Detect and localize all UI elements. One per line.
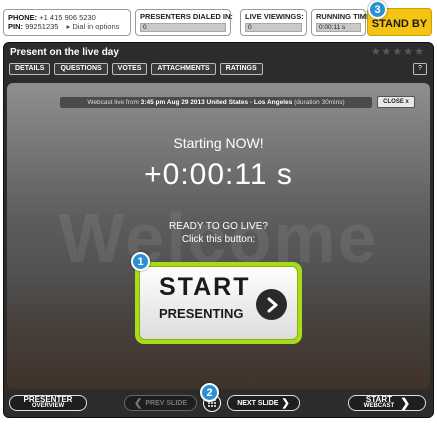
panel-tabs: DETAILS QUESTIONS VOTES ATTACHMENTS RATI… bbox=[9, 63, 263, 75]
starting-now-text: Starting NOW! bbox=[173, 135, 264, 151]
start-webcast-button[interactable]: START WEBCAST ❯ bbox=[348, 395, 426, 411]
webcast-info-bar: Webcast live from 3:45 pm Aug 29 2013 Un… bbox=[60, 97, 372, 108]
info-datetime: 3:45 pm Aug 29 2013 United States - Los … bbox=[140, 99, 293, 106]
tab-ratings[interactable]: RATINGS bbox=[219, 63, 263, 75]
start-webcast-text: START WEBCAST bbox=[364, 396, 394, 410]
phone-label: PHONE: bbox=[8, 13, 38, 22]
running-time-value: 0:00:11 s bbox=[316, 23, 361, 32]
next-slide-button[interactable]: NEXT SLIDE ❯ bbox=[227, 395, 300, 411]
phone-number: +1 415 906 5230 bbox=[39, 13, 96, 22]
chevron-right-icon: ❯ bbox=[281, 397, 290, 409]
ready-line-1: READY TO GO LIVE? bbox=[169, 221, 268, 232]
step-badge-3: 3 bbox=[368, 0, 387, 19]
step-badge-2: 2 bbox=[200, 383, 219, 402]
live-viewings-label: LIVE VIEWINGS: bbox=[245, 12, 304, 21]
tab-details[interactable]: DETAILS bbox=[9, 63, 51, 75]
tab-questions[interactable]: QUESTIONS bbox=[54, 63, 108, 75]
info-prefix: Webcast live from bbox=[87, 99, 141, 106]
ready-prompt: READY TO GO LIVE? Click this button: bbox=[7, 220, 430, 246]
countdown-timer: +0:00:11 s bbox=[144, 158, 293, 191]
running-time-label: RUNNING TIME: bbox=[316, 12, 374, 21]
live-viewings-value: 0 bbox=[245, 23, 302, 32]
dial-in-options-link[interactable]: ▸ Dial in options bbox=[66, 22, 119, 31]
running-time-box: RUNNING TIME: 0:00:11 s bbox=[311, 9, 374, 36]
start-webcast-line1: START bbox=[365, 395, 392, 404]
prev-slide-button[interactable]: ❮ PREV SLIDE bbox=[124, 395, 197, 411]
start-label: START bbox=[159, 273, 251, 301]
help-button[interactable]: ? bbox=[413, 63, 427, 75]
presenters-dialed-box: PRESENTERS DIALED IN: 0 bbox=[135, 9, 233, 36]
step-badge-1: 1 bbox=[131, 252, 150, 271]
presenter-overview-line2: OVERVIEW bbox=[31, 403, 65, 409]
start-presenting-face[interactable]: START PRESENTING bbox=[139, 266, 298, 340]
presenters-dialed-value: 0 bbox=[140, 23, 226, 32]
presenter-overview-button[interactable]: PRESENTER OVERVIEW bbox=[9, 395, 87, 411]
tab-votes[interactable]: VOTES bbox=[111, 63, 148, 75]
phone-info-box: PHONE: +1 415 906 5230 PIN: 99251235 ▸ Di… bbox=[3, 9, 131, 36]
presentation-panel: Present on the live day ★★★★★ DETAILS QU… bbox=[3, 42, 434, 418]
webcast-console: PHONE: +1 415 906 5230 PIN: 99251235 ▸ Di… bbox=[0, 0, 437, 428]
chevron-right-icon bbox=[256, 289, 287, 320]
info-duration: (duration 30mins) bbox=[292, 99, 345, 106]
prev-slide-label: PREV SLIDE bbox=[145, 399, 187, 407]
presenting-label: PRESENTING bbox=[159, 306, 244, 321]
close-info-button[interactable]: CLOSE x bbox=[377, 96, 415, 108]
panel-title: Present on the live day bbox=[10, 47, 119, 58]
presenter-overview-line1: PRESENTER bbox=[23, 395, 73, 404]
pin-label: PIN: bbox=[8, 22, 23, 31]
presenters-dialed-label: PRESENTERS DIALED IN: bbox=[140, 12, 233, 21]
ready-line-2: Click this button: bbox=[181, 234, 256, 245]
next-slide-label: NEXT SLIDE bbox=[237, 399, 279, 407]
start-webcast-line2: WEBCAST bbox=[363, 403, 395, 409]
rating-stars[interactable]: ★★★★★ bbox=[371, 45, 425, 58]
bottom-nav: PRESENTER OVERVIEW ❮ PREV SLIDE NEXT SLI… bbox=[3, 392, 434, 416]
chevron-right-icon: ❯ bbox=[400, 395, 411, 410]
chevron-left-icon: ❮ bbox=[133, 397, 143, 409]
tab-attachments[interactable]: ATTACHMENTS bbox=[151, 63, 216, 75]
start-presenting-button[interactable]: START PRESENTING bbox=[135, 262, 302, 344]
pin-number: 99251235 bbox=[25, 22, 59, 31]
live-viewings-box: LIVE VIEWINGS: 0 bbox=[240, 9, 307, 36]
